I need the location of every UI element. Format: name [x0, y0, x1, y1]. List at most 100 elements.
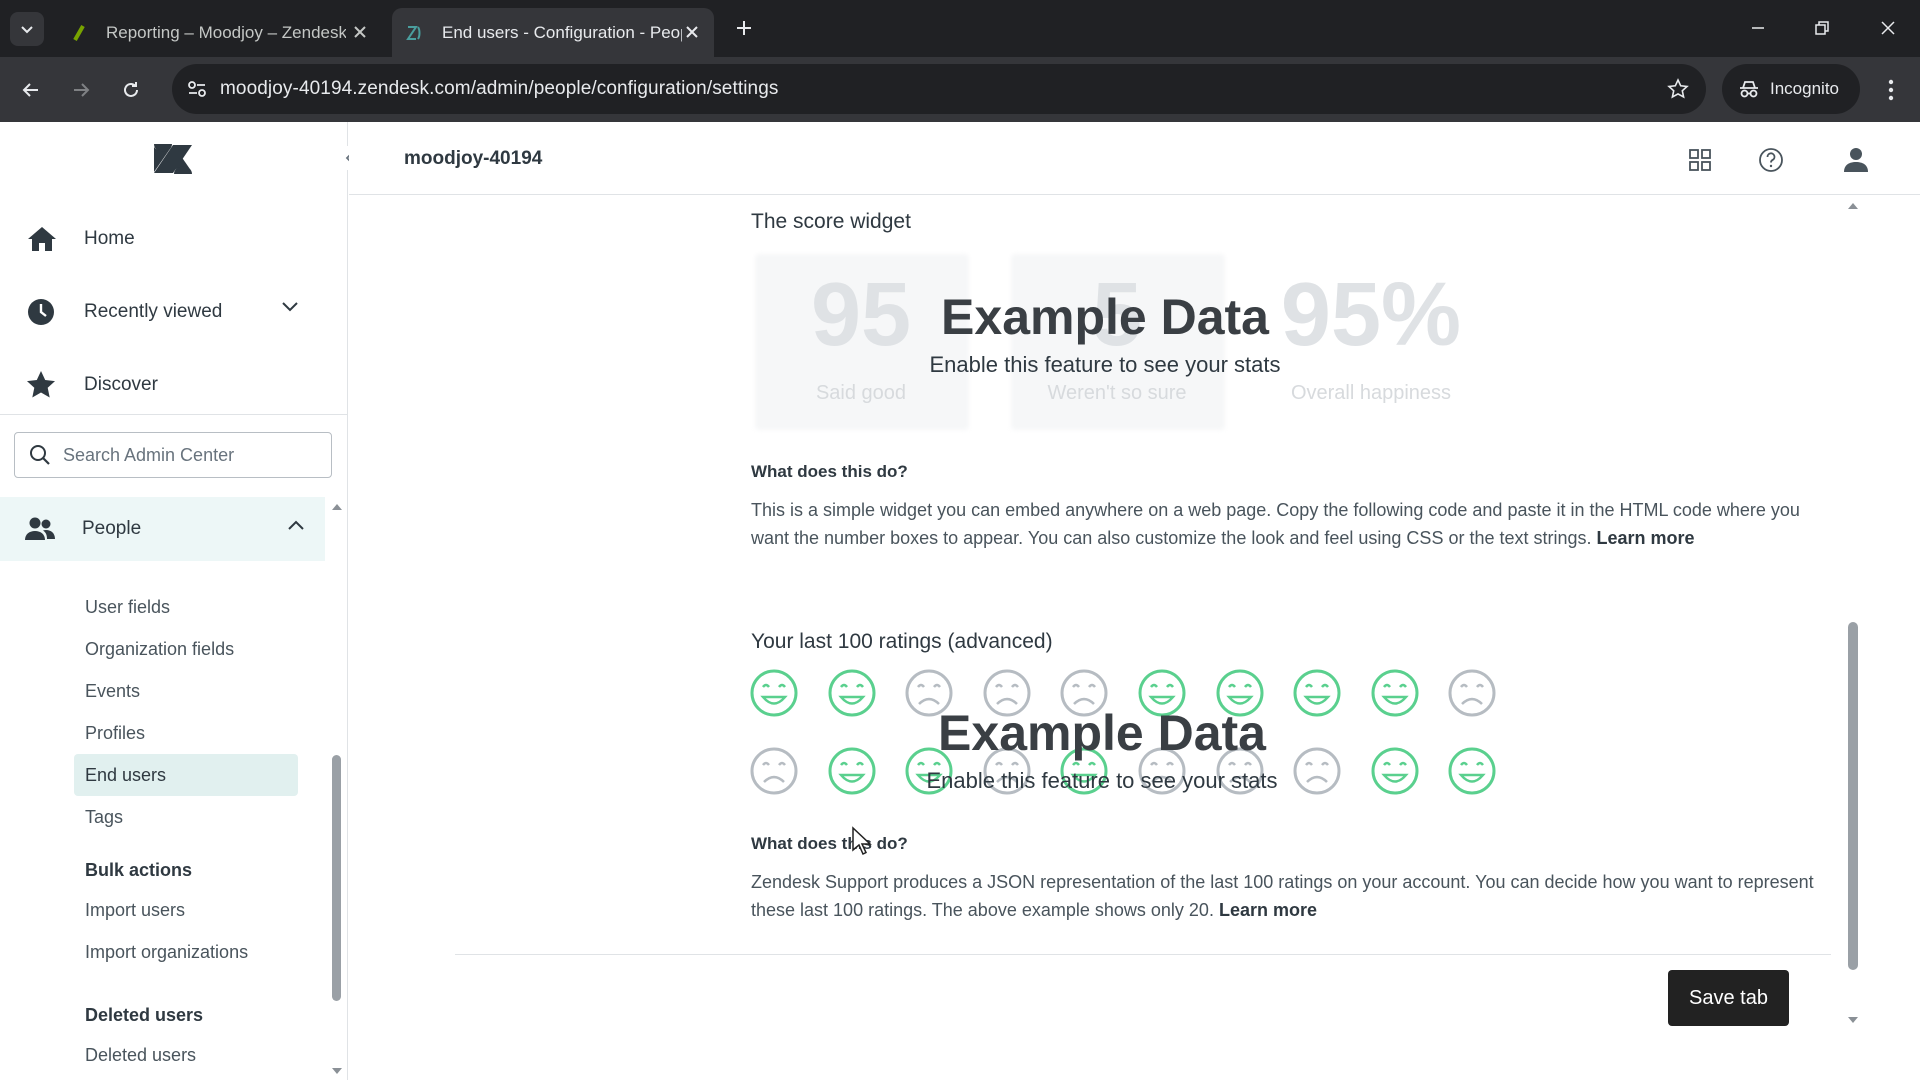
scroll-down-arrow-icon[interactable]	[331, 1067, 343, 1075]
minimize-button[interactable]	[1738, 12, 1778, 44]
account-name: moodjoy-40194	[404, 148, 543, 169]
ratings-preview: Example Data Enable this feature to see …	[749, 668, 1496, 808]
products-button[interactable]	[1686, 146, 1714, 174]
bookmark-star-icon[interactable]	[1664, 75, 1692, 103]
subnav-item-end-users[interactable]: End users	[74, 754, 298, 796]
search-icon	[30, 445, 50, 465]
learn-more-link[interactable]: Learn more	[1597, 528, 1695, 548]
scroll-up-arrow-icon[interactable]	[331, 503, 343, 511]
nav-item-label: Home	[84, 227, 135, 249]
help-button[interactable]	[1757, 146, 1785, 174]
search-input[interactable]	[63, 444, 313, 466]
browser-menu-button[interactable]	[1876, 73, 1906, 107]
close-icon[interactable]	[682, 22, 702, 42]
subnav-item-import-users[interactable]: Import users	[74, 889, 298, 931]
subnav-item-partial	[74, 561, 298, 575]
reload-icon	[124, 82, 138, 97]
nav-item-recently-viewed[interactable]: Recently viewed	[0, 275, 347, 348]
example-data-overlay-title: Example Data	[941, 289, 1269, 345]
tab-search-button[interactable]	[10, 12, 44, 46]
subnav-item-profiles[interactable]: Profiles	[74, 712, 298, 754]
example-data-overlay-subtitle: Enable this feature to see your stats	[929, 352, 1281, 377]
scroll-up-arrow-icon[interactable]	[1847, 202, 1859, 210]
star-icon	[27, 370, 55, 397]
kebab-menu-icon	[1888, 79, 1894, 101]
save-tab-button[interactable]: Save tab	[1668, 970, 1789, 1026]
subnav-label: Organization fields	[85, 638, 235, 659]
user-profile-button[interactable]	[1842, 146, 1870, 174]
reload-button[interactable]	[114, 73, 148, 107]
people-subnav: User fields Organization fields Events P…	[0, 561, 325, 1080]
browser-tab-end-users[interactable]: End users - Configuration - People	[392, 8, 714, 57]
subnav-item-organization-fields[interactable]: Organization fields	[74, 628, 298, 670]
primary-nav: Home Recently viewed Discover	[0, 202, 347, 421]
arrow-right-icon	[74, 83, 90, 97]
score-widget-preview: 95 5 95% Said good Weren't so sure Overa…	[755, 254, 1835, 430]
subnav-item-tags[interactable]: Tags	[74, 796, 298, 838]
example-data-overlay-subtitle: Enable this feature to see your stats	[926, 768, 1278, 793]
incognito-icon	[1740, 81, 1758, 98]
incognito-indicator[interactable]: Incognito	[1722, 64, 1860, 114]
zendesk-admin-favicon-icon	[406, 25, 421, 40]
subnav-label: Profiles	[85, 722, 146, 743]
subnav-label: Import users	[85, 899, 186, 920]
subnav-item-events[interactable]: Events	[74, 670, 298, 712]
nav-item-people[interactable]: People	[0, 497, 325, 561]
restore-icon	[1815, 21, 1829, 35]
subnav-item-user-fields[interactable]: User fields	[74, 586, 298, 628]
back-button[interactable]	[14, 73, 48, 107]
nav-item-label: Recently viewed	[84, 300, 223, 322]
new-tab-button[interactable]	[730, 14, 758, 42]
grid-icon	[1689, 149, 1711, 171]
plus-icon	[737, 21, 751, 35]
stat-caption: Said good	[815, 382, 907, 404]
subnav-group-deleted-users: Deleted users	[85, 1005, 204, 1025]
stat-caption: Overall happiness	[1290, 382, 1452, 404]
sidebar-scroll-thumb[interactable]	[332, 755, 341, 1001]
close-icon[interactable]	[350, 22, 370, 42]
content-scrollbar[interactable]	[1842, 196, 1864, 1036]
subnav-item-import-organizations[interactable]: Import organizations	[74, 931, 298, 973]
forward-button[interactable]	[64, 73, 98, 107]
settings-content: The score widget 95 5 95% Said good Were…	[349, 196, 1849, 1080]
nav-item-label: People	[82, 518, 142, 539]
search-admin-center[interactable]	[14, 432, 332, 478]
site-settings-icon[interactable]	[182, 75, 212, 103]
home-icon	[28, 226, 56, 251]
restore-button[interactable]	[1802, 12, 1842, 44]
subnav-label: User fields	[85, 596, 171, 617]
address-bar[interactable]: moodjoy-40194.zendesk.com/admin/people/c…	[172, 64, 1706, 114]
chevron-down-icon	[21, 26, 33, 34]
nav-item-discover[interactable]: Discover	[0, 348, 347, 421]
content-scroll-thumb[interactable]	[1848, 622, 1858, 970]
nav-item-home[interactable]: Home	[0, 202, 347, 275]
tab-title: End users - Configuration - People	[442, 22, 682, 42]
app-header: moodjoy-40194	[349, 122, 1920, 195]
browser-tab-reporting[interactable]: Reporting – Moodjoy – Zendesk	[56, 8, 382, 57]
divider	[455, 954, 1831, 955]
subnav-group-bulk-actions: Bulk actions	[85, 860, 193, 880]
close-icon	[1881, 21, 1895, 35]
chevron-down-icon[interactable]	[281, 301, 299, 313]
nav-item-label: Discover	[84, 373, 158, 395]
people-icon	[25, 517, 55, 540]
scroll-down-arrow-icon[interactable]	[1847, 1016, 1859, 1024]
stat-caption: Weren't so sure	[1047, 382, 1187, 404]
divider	[0, 414, 347, 415]
close-window-button[interactable]	[1868, 12, 1908, 44]
zendesk-logo-icon[interactable]	[152, 142, 194, 176]
subnav-item-deleted-users[interactable]: Deleted users	[74, 1034, 298, 1076]
chevron-up-icon[interactable]	[287, 519, 305, 531]
mouse-cursor-icon	[852, 826, 872, 856]
user-icon	[1844, 148, 1868, 172]
minimize-icon	[1752, 27, 1764, 29]
subnav-label: Deleted users	[85, 1044, 197, 1065]
zendesk-favicon-icon	[73, 24, 85, 41]
subnav-label: Events	[85, 680, 141, 701]
admin-sidebar: Home Recently viewed Discover People Use…	[0, 122, 362, 1080]
learn-more-link[interactable]: Learn more	[1219, 900, 1317, 920]
url-text[interactable]: moodjoy-40194.zendesk.com/admin/people/c…	[220, 78, 779, 100]
sidebar-scrollbar[interactable]	[326, 497, 348, 1080]
subnav-label: End users	[85, 764, 167, 785]
incognito-label: Incognito	[1770, 79, 1839, 98]
